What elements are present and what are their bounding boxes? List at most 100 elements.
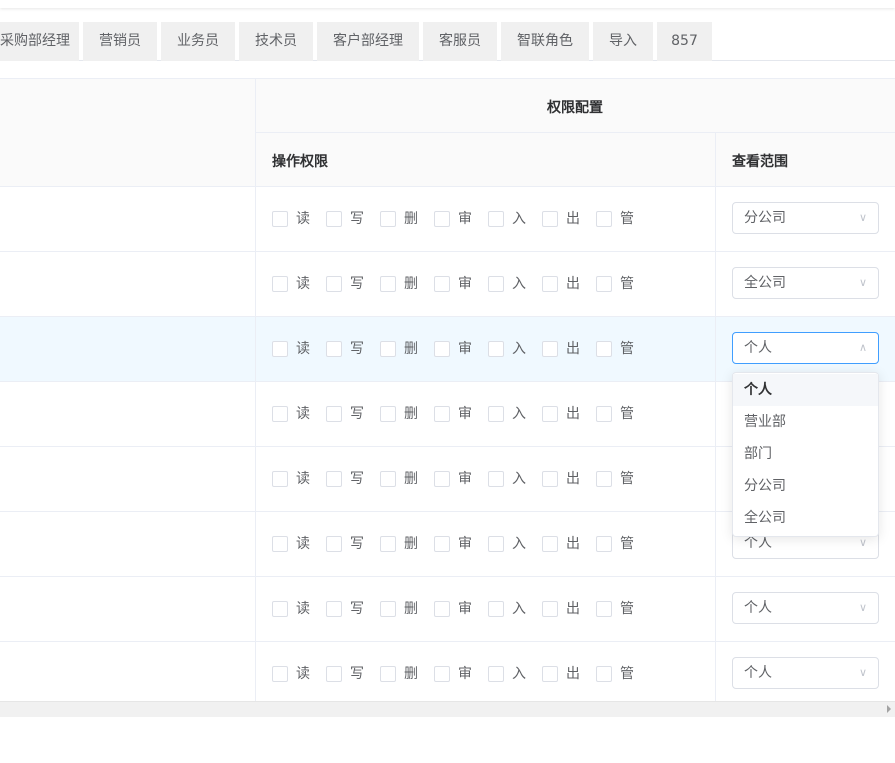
checkbox[interactable]	[272, 601, 288, 617]
checkbox[interactable]	[542, 211, 558, 227]
checkbox[interactable]	[272, 536, 288, 552]
permission-checkbox-manage[interactable]: 管	[596, 666, 634, 682]
checkbox[interactable]	[380, 211, 396, 227]
scope-select[interactable]: 个人 ∨	[732, 657, 879, 689]
tab-zhilian-role[interactable]: 智联角色	[501, 22, 589, 61]
checkbox[interactable]	[488, 601, 504, 617]
checkbox[interactable]	[488, 666, 504, 682]
checkbox[interactable]	[272, 276, 288, 292]
checkbox[interactable]	[596, 601, 612, 617]
permission-checkbox-out[interactable]: 出	[542, 471, 580, 487]
checkbox[interactable]	[542, 341, 558, 357]
permission-checkbox-out[interactable]: 出	[542, 536, 580, 552]
permission-checkbox-manage[interactable]: 管	[596, 276, 634, 292]
checkbox[interactable]	[326, 406, 342, 422]
permission-checkbox-delete[interactable]: 删	[380, 276, 418, 292]
checkbox[interactable]	[380, 666, 396, 682]
checkbox[interactable]	[380, 536, 396, 552]
scope-select[interactable]: 分公司 ∨	[732, 202, 879, 234]
tab-import[interactable]: 导入	[593, 22, 653, 61]
permission-checkbox-manage[interactable]: 管	[596, 406, 634, 422]
permission-checkbox-read[interactable]: 读	[272, 276, 310, 292]
permission-checkbox-out[interactable]: 出	[542, 406, 580, 422]
permission-checkbox-manage[interactable]: 管	[596, 601, 634, 617]
checkbox[interactable]	[380, 406, 396, 422]
permission-checkbox-write[interactable]: 写	[326, 601, 364, 617]
checkbox[interactable]	[488, 276, 504, 292]
scope-select[interactable]: 全公司 ∨	[732, 267, 879, 299]
permission-checkbox-out[interactable]: 出	[542, 666, 580, 682]
checkbox[interactable]	[542, 471, 558, 487]
checkbox[interactable]	[434, 211, 450, 227]
permission-checkbox-review[interactable]: 审	[434, 406, 472, 422]
checkbox[interactable]	[596, 536, 612, 552]
checkbox[interactable]	[434, 536, 450, 552]
permission-checkbox-manage[interactable]: 管	[596, 211, 634, 227]
permission-checkbox-read[interactable]: 读	[272, 406, 310, 422]
checkbox[interactable]	[380, 276, 396, 292]
checkbox[interactable]	[326, 341, 342, 357]
checkbox[interactable]	[542, 601, 558, 617]
scope-select[interactable]: 个人 ∧	[732, 332, 879, 364]
permission-checkbox-review[interactable]: 审	[434, 601, 472, 617]
permission-checkbox-write[interactable]: 写	[326, 471, 364, 487]
checkbox[interactable]	[272, 211, 288, 227]
permission-checkbox-read[interactable]: 读	[272, 211, 310, 227]
checkbox[interactable]	[326, 536, 342, 552]
checkbox[interactable]	[380, 601, 396, 617]
permission-checkbox-write[interactable]: 写	[326, 211, 364, 227]
triangle-right-icon[interactable]	[887, 705, 891, 713]
permission-checkbox-write[interactable]: 写	[326, 276, 364, 292]
tab-service-staff[interactable]: 客服员	[423, 22, 497, 61]
permission-checkbox-read[interactable]: 读	[272, 601, 310, 617]
tab-857[interactable]: 857	[657, 22, 712, 61]
checkbox[interactable]	[542, 406, 558, 422]
scope-option-personal[interactable]: 个人	[733, 374, 878, 406]
permission-checkbox-read[interactable]: 读	[272, 666, 310, 682]
permission-checkbox-in[interactable]: 入	[488, 601, 526, 617]
permission-checkbox-delete[interactable]: 删	[380, 471, 418, 487]
checkbox[interactable]	[542, 276, 558, 292]
permission-checkbox-out[interactable]: 出	[542, 211, 580, 227]
checkbox[interactable]	[272, 341, 288, 357]
checkbox[interactable]	[326, 666, 342, 682]
permission-checkbox-out[interactable]: 出	[542, 341, 580, 357]
scope-option-branch[interactable]: 分公司	[733, 470, 878, 502]
checkbox[interactable]	[272, 406, 288, 422]
checkbox[interactable]	[488, 406, 504, 422]
checkbox[interactable]	[434, 666, 450, 682]
checkbox[interactable]	[488, 341, 504, 357]
checkbox[interactable]	[326, 211, 342, 227]
checkbox[interactable]	[596, 406, 612, 422]
checkbox[interactable]	[488, 536, 504, 552]
horizontal-scrollbar[interactable]	[0, 701, 895, 717]
tab-marketer[interactable]: 营销员	[83, 22, 157, 61]
checkbox[interactable]	[380, 341, 396, 357]
permission-checkbox-read[interactable]: 读	[272, 471, 310, 487]
permission-checkbox-delete[interactable]: 删	[380, 406, 418, 422]
permission-checkbox-in[interactable]: 入	[488, 666, 526, 682]
checkbox[interactable]	[326, 471, 342, 487]
checkbox[interactable]	[326, 276, 342, 292]
checkbox[interactable]	[434, 471, 450, 487]
permission-checkbox-in[interactable]: 入	[488, 341, 526, 357]
scope-option-sales-office[interactable]: 营业部	[733, 406, 878, 438]
permission-checkbox-review[interactable]: 审	[434, 666, 472, 682]
checkbox[interactable]	[596, 276, 612, 292]
tab-customer-manager[interactable]: 客户部经理	[317, 22, 419, 61]
permission-checkbox-read[interactable]: 读	[272, 536, 310, 552]
checkbox[interactable]	[434, 601, 450, 617]
permission-checkbox-in[interactable]: 入	[488, 471, 526, 487]
checkbox[interactable]	[596, 471, 612, 487]
permission-checkbox-delete[interactable]: 删	[380, 666, 418, 682]
permission-checkbox-manage[interactable]: 管	[596, 536, 634, 552]
checkbox[interactable]	[272, 471, 288, 487]
scope-option-department[interactable]: 部门	[733, 438, 878, 470]
permission-checkbox-review[interactable]: 审	[434, 471, 472, 487]
permission-checkbox-review[interactable]: 审	[434, 536, 472, 552]
permission-checkbox-write[interactable]: 写	[326, 666, 364, 682]
checkbox[interactable]	[488, 211, 504, 227]
checkbox[interactable]	[542, 666, 558, 682]
permission-checkbox-review[interactable]: 审	[434, 211, 472, 227]
permission-checkbox-write[interactable]: 写	[326, 406, 364, 422]
